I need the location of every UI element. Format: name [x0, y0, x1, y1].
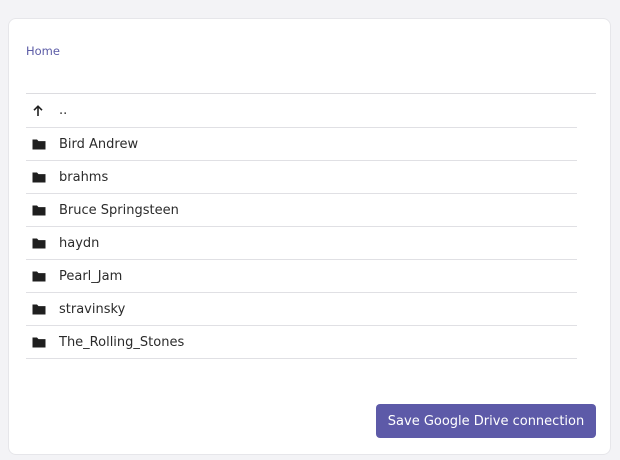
- folder-list: .. Bird Andrew brahms Bruce Springsteen …: [26, 94, 577, 359]
- folder-row[interactable]: The_Rolling_Stones: [26, 326, 577, 359]
- parent-folder-label: ..: [59, 103, 68, 118]
- folder-row[interactable]: Bruce Springsteen: [26, 194, 577, 227]
- folder-row[interactable]: Bird Andrew: [26, 128, 577, 161]
- folder-label: Pearl_Jam: [59, 268, 123, 284]
- folder-row[interactable]: stravinsky: [26, 293, 577, 326]
- folder-row[interactable]: haydn: [26, 227, 577, 260]
- breadcrumb-home[interactable]: Home: [26, 44, 60, 58]
- folder-browser-card: Home .. Bird Andrew brahms Bruce Springs…: [8, 18, 611, 455]
- folder-icon: [32, 336, 58, 348]
- folder-icon: [32, 204, 58, 216]
- folder-icon: [32, 171, 58, 183]
- folder-label: Bruce Springsteen: [59, 202, 179, 218]
- folder-icon: [32, 138, 58, 150]
- folder-row[interactable]: Pearl_Jam: [26, 260, 577, 293]
- folder-label: brahms: [59, 169, 109, 185]
- folder-icon: [32, 237, 58, 249]
- folder-icon: [32, 303, 58, 315]
- folder-icon: [32, 270, 58, 282]
- folder-row[interactable]: brahms: [26, 161, 577, 194]
- folder-label: The_Rolling_Stones: [59, 334, 185, 350]
- save-connection-button[interactable]: Save Google Drive connection: [376, 404, 596, 438]
- arrow-up-icon: [32, 104, 58, 117]
- folder-label: haydn: [59, 235, 100, 251]
- parent-folder-row[interactable]: ..: [26, 94, 577, 128]
- folder-label: stravinsky: [59, 301, 126, 317]
- folder-label: Bird Andrew: [59, 136, 139, 152]
